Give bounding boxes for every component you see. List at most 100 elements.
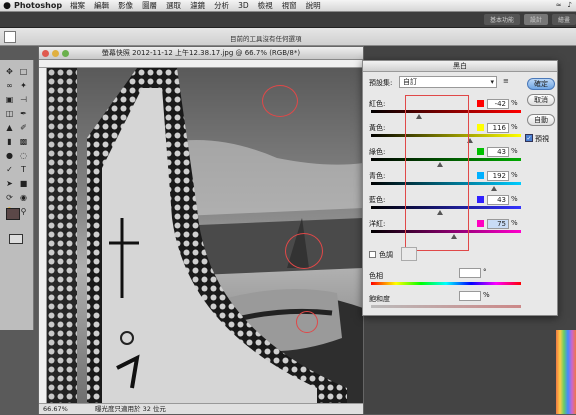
- red-swatch: [477, 100, 484, 107]
- saturation-slider-track[interactable]: [371, 305, 521, 308]
- preview-checkbox[interactable]: ✓: [525, 134, 533, 142]
- ok-button[interactable]: 確定: [527, 78, 555, 90]
- options-bar: 目前的工具沒有任何選項: [0, 28, 576, 46]
- menu-edit[interactable]: 編輯: [94, 0, 109, 11]
- marquee-tool-icon[interactable]: □: [18, 66, 29, 77]
- healing-brush-icon[interactable]: ◫: [4, 108, 15, 119]
- eraser-icon[interactable]: ▮: [4, 136, 15, 147]
- 3d-rotate-icon[interactable]: ⟳: [4, 192, 15, 203]
- blue-label: 藍色:: [369, 196, 386, 204]
- swatches-panel[interactable]: [556, 330, 576, 414]
- chevron-down-icon: ▾: [490, 78, 494, 86]
- menu-image[interactable]: 影像: [118, 0, 133, 11]
- application-bar: 基本功能 設計 繪畫: [0, 12, 576, 28]
- crop-tool-icon[interactable]: ▣: [4, 94, 15, 105]
- annotation-circle-sky: [262, 85, 298, 117]
- saturation-label: 飽和度: [369, 295, 390, 303]
- options-hint: 目前的工具沒有任何選項: [230, 35, 302, 43]
- tool-preset-icon[interactable]: [4, 31, 16, 43]
- green-swatch: [477, 148, 484, 155]
- menu-window[interactable]: 視窗: [282, 0, 297, 11]
- 3d-camera-icon[interactable]: ◉: [18, 192, 29, 203]
- foreground-color-swatch[interactable]: [6, 208, 20, 220]
- blue-value-input[interactable]: 43: [487, 195, 509, 205]
- menu-layer[interactable]: 圖層: [142, 0, 157, 11]
- annotation-circle-mast: [285, 233, 323, 269]
- menu-help[interactable]: 說明: [306, 0, 321, 11]
- boat-photo: [47, 68, 363, 403]
- clone-stamp-icon[interactable]: ▲: [4, 122, 15, 133]
- brush-tool-icon[interactable]: ✒: [18, 108, 29, 119]
- cyan-swatch: [477, 172, 484, 179]
- pen-tool-icon[interactable]: ✓: [4, 164, 15, 175]
- dialog-title: 黑白: [363, 61, 557, 72]
- preview-label: 預視: [535, 135, 549, 143]
- path-select-icon[interactable]: ➤: [4, 178, 15, 189]
- wifi-icon[interactable]: ≈: [556, 1, 562, 9]
- apple-menu-icon[interactable]: ●: [0, 1, 14, 11]
- menu-file[interactable]: 檔案: [70, 0, 85, 11]
- cyan-label: 青色:: [369, 172, 386, 180]
- blue-swatch: [477, 196, 484, 203]
- move-tool-icon[interactable]: ✥: [4, 66, 15, 77]
- vertical-ruler[interactable]: [39, 68, 47, 403]
- horizontal-ruler[interactable]: [39, 60, 363, 68]
- magenta-swatch: [477, 220, 484, 227]
- menu-select[interactable]: 選取: [166, 0, 181, 11]
- status-info[interactable]: 曝光度只適用於 32 位元: [95, 404, 166, 415]
- quick-mask-icon[interactable]: [9, 234, 23, 244]
- volume-icon[interactable]: ♪: [568, 1, 572, 9]
- magic-wand-icon[interactable]: ✦: [18, 80, 29, 91]
- green-value-input[interactable]: 43: [487, 147, 509, 157]
- yellow-value-input[interactable]: 116: [487, 123, 509, 133]
- preset-options-icon[interactable]: ≡: [503, 77, 509, 85]
- shape-tool-icon[interactable]: ■: [18, 178, 29, 189]
- cyan-percent: %: [511, 171, 518, 179]
- cyan-slider-thumb[interactable]: [491, 186, 497, 191]
- menu-analysis[interactable]: 分析: [214, 0, 229, 11]
- cancel-button[interactable]: 取消: [527, 94, 555, 106]
- image-canvas[interactable]: [47, 68, 363, 403]
- red-value-input[interactable]: -42: [487, 99, 509, 109]
- workspace-essentials[interactable]: 基本功能: [483, 14, 520, 25]
- preset-select[interactable]: 自訂 ▾: [399, 76, 497, 88]
- document-title-bar[interactable]: 螢幕快照 2012-11-12 上午12.38.17.jpg @ 66.7% (…: [39, 47, 363, 60]
- workspace-painting[interactable]: 繪畫: [551, 14, 576, 25]
- preset-label: 預設集:: [369, 79, 393, 87]
- hue-unit: °: [483, 268, 487, 276]
- menu-filter[interactable]: 濾鏡: [190, 0, 205, 11]
- hue-slider-track[interactable]: [371, 282, 521, 285]
- auto-button[interactable]: 自動: [527, 114, 555, 126]
- red-percent: %: [511, 99, 518, 107]
- lasso-tool-icon[interactable]: ∞: [4, 80, 15, 91]
- document-window: 螢幕快照 2012-11-12 上午12.38.17.jpg @ 66.7% (…: [38, 46, 364, 414]
- type-tool-icon[interactable]: T: [18, 164, 29, 175]
- eyedropper-icon[interactable]: ⊣: [18, 94, 29, 105]
- document-status-bar: 66.67% 曝光度只適用於 32 位元: [39, 403, 363, 414]
- tint-checkbox[interactable]: [369, 251, 376, 258]
- saturation-unit: %: [483, 291, 490, 299]
- tint-color-swatch[interactable]: [401, 247, 417, 261]
- preset-value: 自訂: [403, 78, 417, 86]
- menu-view[interactable]: 檢視: [258, 0, 273, 11]
- app-menu[interactable]: Photoshop: [14, 1, 62, 10]
- workspace-design[interactable]: 設計: [523, 14, 548, 25]
- saturation-input[interactable]: [459, 291, 481, 301]
- magenta-value-input[interactable]: 75: [487, 219, 509, 229]
- tint-label: 色調: [379, 251, 393, 259]
- menu-3d[interactable]: 3D: [238, 1, 249, 10]
- gradient-icon[interactable]: ▩: [18, 136, 29, 147]
- window-controls: [42, 50, 69, 57]
- hue-input[interactable]: [459, 268, 481, 278]
- blue-percent: %: [511, 195, 518, 203]
- history-brush-icon[interactable]: ✐: [18, 122, 29, 133]
- close-window-icon[interactable]: [42, 50, 49, 57]
- menu-bar: ● Photoshop 檔案 編輯 影像 圖層 選取 濾鏡 分析 3D 檢視 視…: [0, 0, 576, 12]
- cyan-value-input[interactable]: 192: [487, 171, 509, 181]
- blur-tool-icon[interactable]: ●: [4, 150, 15, 161]
- minimize-window-icon[interactable]: [52, 50, 59, 57]
- zoom-level[interactable]: 66.67%: [43, 404, 68, 415]
- black-white-dialog: 黑白 預設集: 自訂 ▾ ≡ 確定 取消 自動 ✓ 預視 紅色: -42% 黃色: 1…: [362, 60, 558, 316]
- zoom-window-icon[interactable]: [62, 50, 69, 57]
- dodge-tool-icon[interactable]: ◌: [18, 150, 29, 161]
